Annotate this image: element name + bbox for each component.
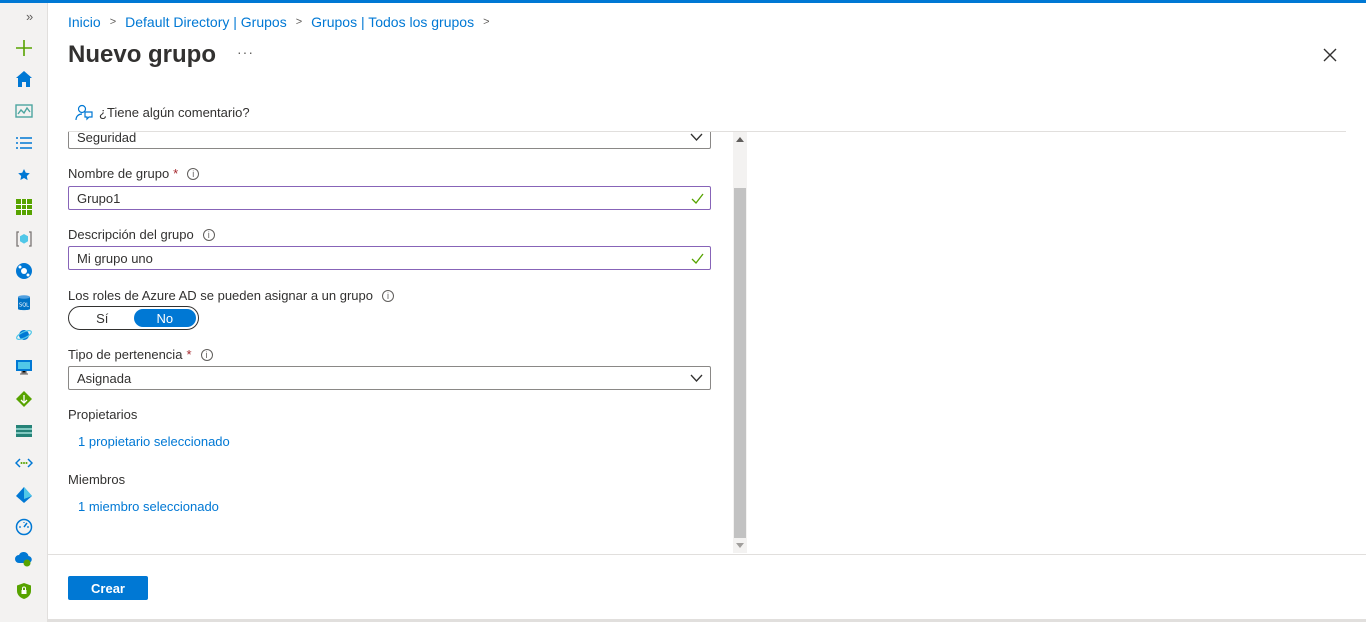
azure-ad-roles-toggle: Sí No	[68, 306, 199, 330]
info-icon[interactable]: i	[187, 167, 200, 180]
azure-ad-roles-label: Los roles de Azure AD se pueden asignar …	[68, 288, 394, 303]
chevron-down-icon	[690, 133, 703, 141]
members-label: Miembros	[68, 472, 126, 487]
svg-text:SQL: SQL	[19, 303, 29, 309]
feedback-label: ¿Tiene algún comentario?	[99, 104, 250, 120]
breadcrumb-item-todos-los-grupos[interactable]: Grupos | Todos los grupos	[311, 14, 474, 30]
membership-type-label: Tipo de pertenencia * i	[68, 347, 213, 362]
virtual-machine-icon[interactable]	[12, 355, 36, 379]
description-label: Descripción del grupo i	[68, 227, 215, 242]
breadcrumb-item-default-directory-grupos[interactable]: Default Directory | Grupos	[125, 14, 287, 30]
required-asterisk: *	[173, 166, 179, 181]
azure-ad-roles-label-text: Los roles de Azure AD se pueden asignar …	[68, 288, 373, 303]
owners-label: Propietarios	[68, 407, 138, 422]
storage-account-icon[interactable]	[12, 419, 36, 443]
monitor-icon[interactable]	[12, 515, 36, 539]
info-icon[interactable]: i	[200, 348, 213, 361]
resource-groups-icon[interactable]	[12, 227, 36, 251]
chevron-right-icon: >	[109, 16, 117, 28]
all-resources-grid-icon[interactable]	[12, 195, 36, 219]
owners-selected-link[interactable]: 1 propietario seleccionado	[78, 434, 230, 449]
scroll-up-arrow-icon[interactable]	[736, 137, 744, 142]
toggle-option-no[interactable]: No	[133, 309, 196, 327]
chevron-right-icon: >	[483, 16, 490, 28]
page-title: Nuevo grupo	[68, 41, 216, 68]
group-type-value: Seguridad	[77, 132, 137, 145]
home-icon[interactable]	[12, 67, 36, 91]
membership-type-dropdown[interactable]: Asignada	[68, 366, 711, 390]
close-icon[interactable]	[1319, 44, 1341, 66]
membership-type-label-text: Tipo de pertenencia	[68, 347, 183, 362]
advisor-icon[interactable]	[12, 547, 36, 571]
feedback-button[interactable]: ¿Tiene algún comentario?	[75, 103, 250, 121]
checkmark-icon	[691, 253, 704, 264]
group-name-label: Nombre de grupo * i	[68, 166, 200, 181]
description-input[interactable]: Mi grupo uno	[68, 246, 711, 270]
security-center-icon[interactable]	[12, 579, 36, 603]
info-icon[interactable]: i	[382, 289, 394, 302]
group-name-label-text: Nombre de grupo	[68, 166, 170, 181]
scrollbar-thumb[interactable]	[734, 188, 746, 538]
form-scrollbar[interactable]	[733, 132, 747, 553]
checkmark-icon	[691, 193, 704, 204]
chevron-down-icon	[690, 374, 703, 382]
group-type-dropdown[interactable]: Seguridad	[68, 132, 711, 149]
virtual-network-icon[interactable]	[12, 451, 36, 475]
group-name-value: Grupo1	[77, 190, 121, 206]
toggle-option-yes[interactable]: Sí	[71, 309, 134, 327]
portal-sidebar: » SQL	[0, 3, 48, 622]
load-balancer-icon[interactable]	[12, 387, 36, 411]
chevron-right-icon: >	[295, 16, 303, 28]
azure-ad-icon[interactable]	[12, 483, 36, 507]
cosmos-db-icon[interactable]	[12, 323, 36, 347]
feedback-icon	[75, 104, 93, 121]
favorites-star-icon[interactable]	[12, 163, 36, 187]
all-services-list-icon[interactable]	[12, 131, 36, 155]
membership-type-value: Asignada	[77, 370, 132, 386]
breadcrumb: Inicio > Default Directory | Grupos > Gr…	[68, 13, 499, 31]
footer-divider	[48, 554, 1366, 555]
create-button[interactable]: Crear	[68, 576, 148, 600]
plus-icon[interactable]	[12, 36, 36, 60]
app-services-icon[interactable]	[12, 259, 36, 283]
new-group-form: Seguridad Nombre de grupo * i Grupo1 Des…	[68, 132, 748, 553]
info-icon[interactable]: i	[202, 228, 215, 241]
dashboard-icon[interactable]	[12, 99, 36, 123]
description-value: Mi grupo uno	[77, 250, 153, 266]
group-name-input[interactable]: Grupo1	[68, 186, 711, 210]
portal-top-accent-bar	[0, 0, 1366, 3]
breadcrumb-item-inicio[interactable]: Inicio	[68, 14, 101, 30]
sql-database-icon[interactable]: SQL	[12, 291, 36, 315]
required-asterisk: *	[186, 347, 192, 362]
members-selected-link[interactable]: 1 miembro seleccionado	[78, 499, 219, 514]
double-chevron-right-icon[interactable]: »	[26, 9, 33, 24]
more-options-icon[interactable]: ···	[237, 44, 254, 60]
scroll-down-arrow-icon[interactable]	[736, 543, 744, 548]
description-label-text: Descripción del grupo	[68, 227, 194, 242]
